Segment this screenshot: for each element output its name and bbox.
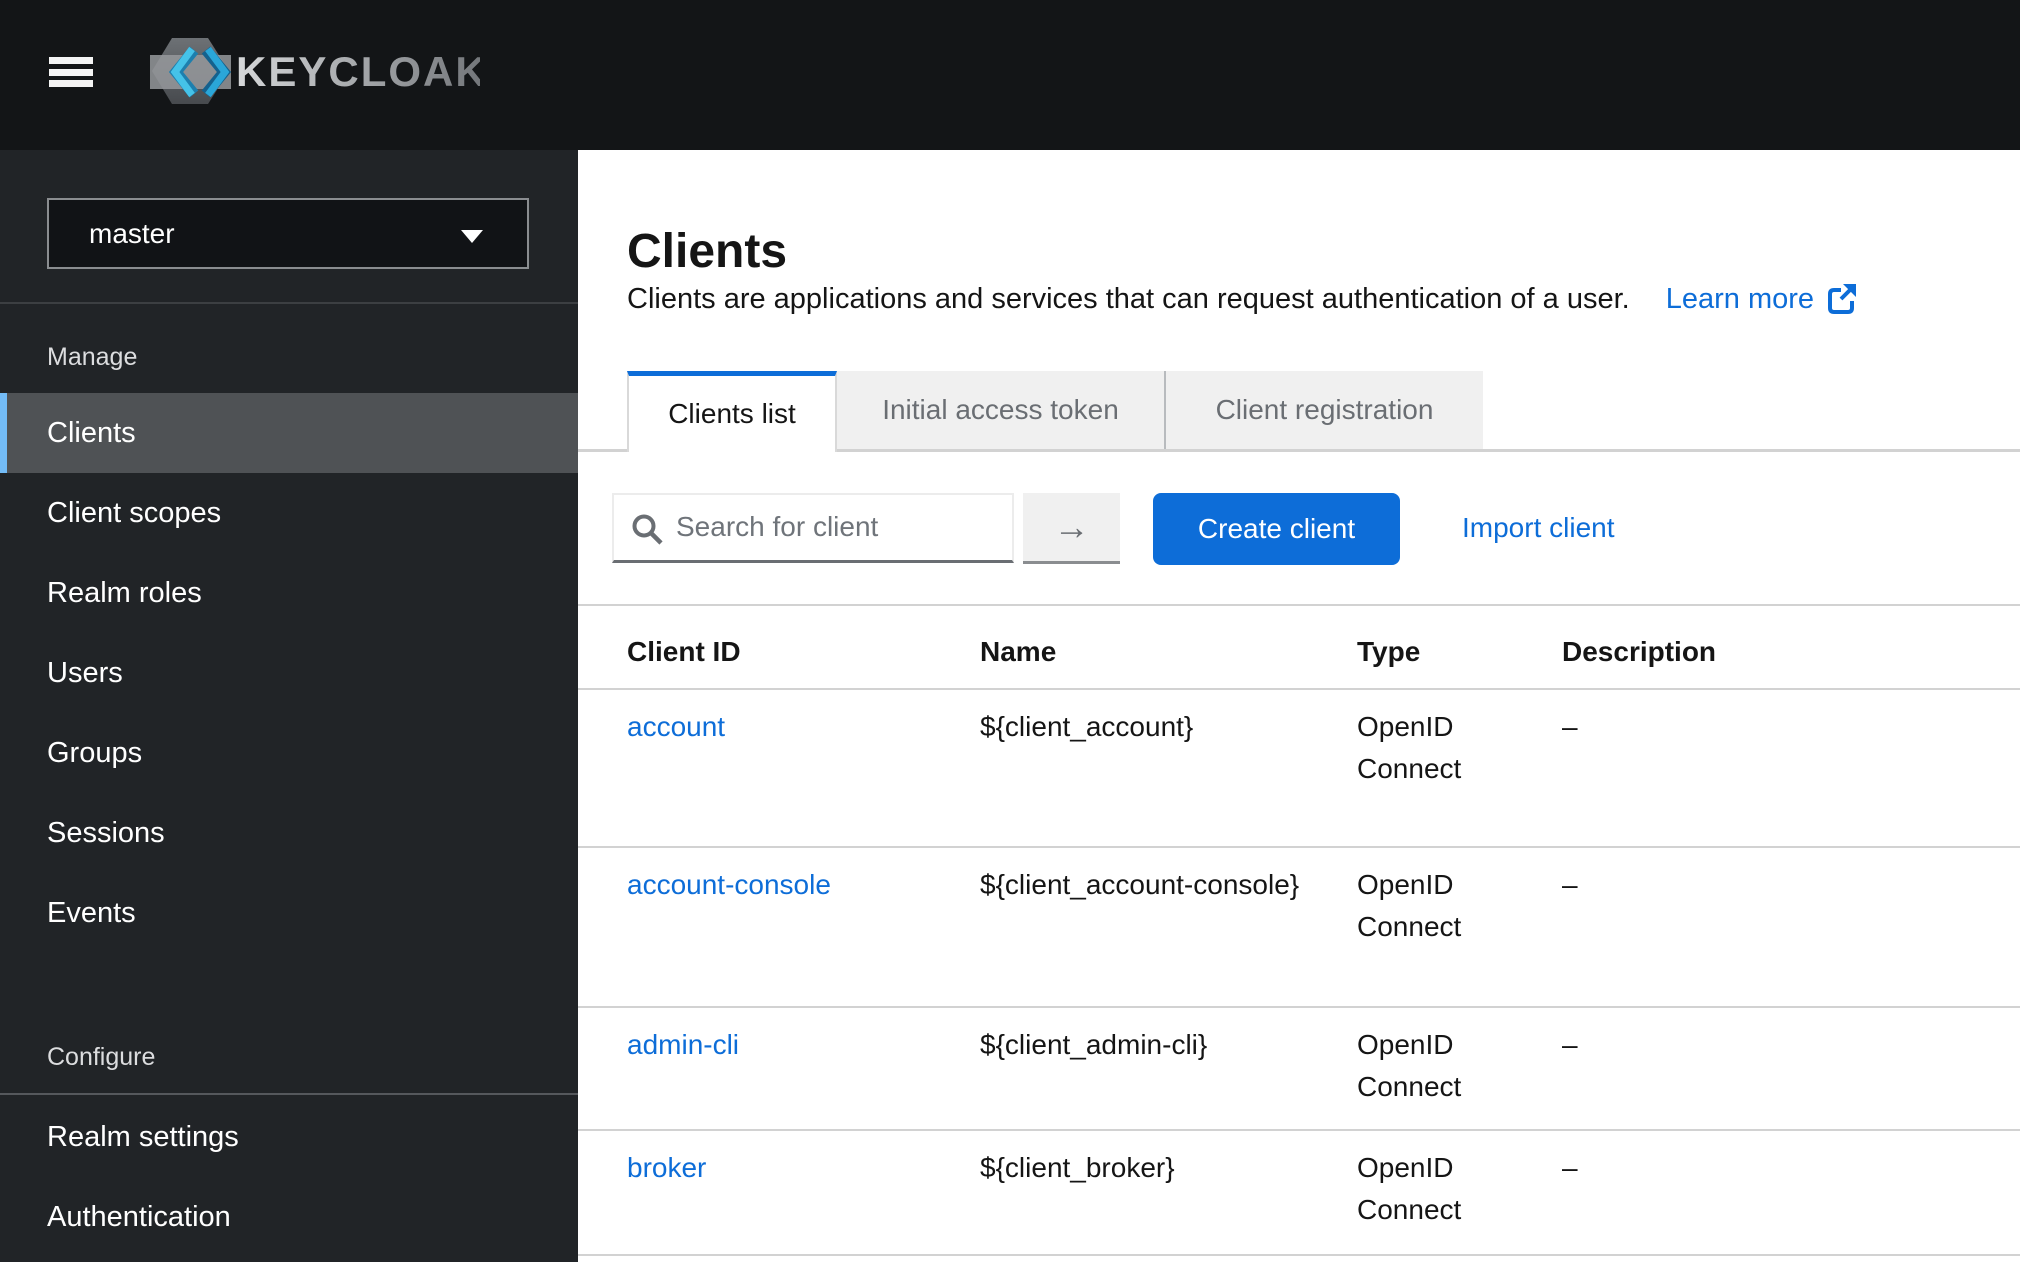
client-name-cell: ${client_account-console} xyxy=(980,864,1357,1006)
learn-more-label: Learn more xyxy=(1666,283,1814,316)
sidebar-item-events[interactable]: Events xyxy=(0,873,578,953)
masthead: KEYCLOAK xyxy=(0,0,2020,150)
sidebar-item-groups[interactable]: Groups xyxy=(0,713,578,793)
column-header-type: Type xyxy=(1357,636,1562,688)
import-client-link[interactable]: Import client xyxy=(1462,512,1615,544)
client-type-cell: OpenID Connect xyxy=(1357,706,1517,846)
client-description-cell: – xyxy=(1562,1024,2020,1129)
search-input[interactable] xyxy=(676,497,1006,557)
sidebar-nav: master Manage Clients Client scopes Real… xyxy=(0,150,578,1262)
nav-list-configure: Realm settings Authentication xyxy=(0,1097,578,1257)
tab-client-registration[interactable]: Client registration xyxy=(1164,371,1483,449)
tab-initial-access-token[interactable]: Initial access token xyxy=(837,371,1164,449)
client-name-cell: ${client_admin-cli} xyxy=(980,1024,1357,1129)
column-header-client-id: Client ID xyxy=(627,636,980,688)
external-link-icon xyxy=(1824,282,1858,316)
main-content: Clients Clients are applications and ser… xyxy=(578,150,2020,1262)
chevron-down-icon xyxy=(461,230,483,243)
learn-more-link[interactable]: Learn more xyxy=(1666,282,1858,316)
nav-list-manage: Clients Client scopes Realm roles Users … xyxy=(0,393,578,953)
sidebar-item-users[interactable]: Users xyxy=(0,633,578,713)
table-row: admin-cli ${client_admin-cli} OpenID Con… xyxy=(578,1008,2020,1131)
sidebar-item-realm-roles[interactable]: Realm roles xyxy=(0,553,578,633)
sidebar-divider xyxy=(0,302,578,304)
client-id-link[interactable]: account-console xyxy=(627,869,831,900)
sidebar-item-clients[interactable]: Clients xyxy=(0,393,578,473)
keycloak-logo: KEYCLOAK xyxy=(150,32,480,117)
search-submit-button[interactable]: → xyxy=(1023,493,1120,564)
realm-selector-dropdown[interactable]: master xyxy=(47,198,529,269)
realm-selector-value: master xyxy=(89,218,175,250)
tab-clients-list[interactable]: Clients list xyxy=(627,371,837,452)
sidebar-item-realm-settings[interactable]: Realm settings xyxy=(0,1097,578,1177)
client-id-link[interactable]: broker xyxy=(627,1152,706,1183)
client-name-cell: ${client_broker} xyxy=(980,1147,1357,1254)
page-description-row: Clients are applications and services th… xyxy=(627,282,1858,316)
brand-text: KEYCLOAK xyxy=(236,48,480,95)
search-icon xyxy=(630,512,666,548)
page-title: Clients xyxy=(627,224,787,279)
create-client-button[interactable]: Create client xyxy=(1153,493,1400,565)
hamburger-menu-icon[interactable] xyxy=(49,57,93,87)
search-box xyxy=(612,493,1014,563)
sidebar-item-authentication[interactable]: Authentication xyxy=(0,1177,578,1257)
client-description-cell: – xyxy=(1562,1147,2020,1254)
sidebar-item-sessions[interactable]: Sessions xyxy=(0,793,578,873)
client-description-cell: – xyxy=(1562,706,2020,846)
nav-section-manage: Manage xyxy=(47,327,137,387)
client-description-cell: – xyxy=(1562,864,2020,1006)
column-header-name: Name xyxy=(980,636,1357,688)
client-type-cell: OpenID Connect xyxy=(1357,1147,1517,1254)
column-header-description: Description xyxy=(1562,636,2020,688)
sidebar-divider xyxy=(0,1093,578,1095)
sidebar-item-client-scopes[interactable]: Client scopes xyxy=(0,473,578,553)
client-id-link[interactable]: account xyxy=(627,711,725,742)
client-type-cell: OpenID Connect xyxy=(1357,1024,1517,1129)
client-type-cell: OpenID Connect xyxy=(1357,864,1517,1006)
tab-bar: Clients list Initial access token Client… xyxy=(578,371,2020,452)
table-header-row: Client ID Name Type Description xyxy=(578,604,2020,690)
client-id-link[interactable]: admin-cli xyxy=(627,1029,739,1060)
table-row: account ${client_account} OpenID Connect… xyxy=(578,690,2020,848)
clients-toolbar: → Create client Import client xyxy=(578,493,2020,573)
table-row: account-console ${client_account-console… xyxy=(578,848,2020,1008)
clients-table: Client ID Name Type Description account … xyxy=(578,604,2020,1256)
page-description: Clients are applications and services th… xyxy=(627,283,1630,316)
client-name-cell: ${client_account} xyxy=(980,706,1357,846)
nav-section-configure: Configure xyxy=(47,1027,155,1087)
table-row: broker ${client_broker} OpenID Connect – xyxy=(578,1131,2020,1256)
